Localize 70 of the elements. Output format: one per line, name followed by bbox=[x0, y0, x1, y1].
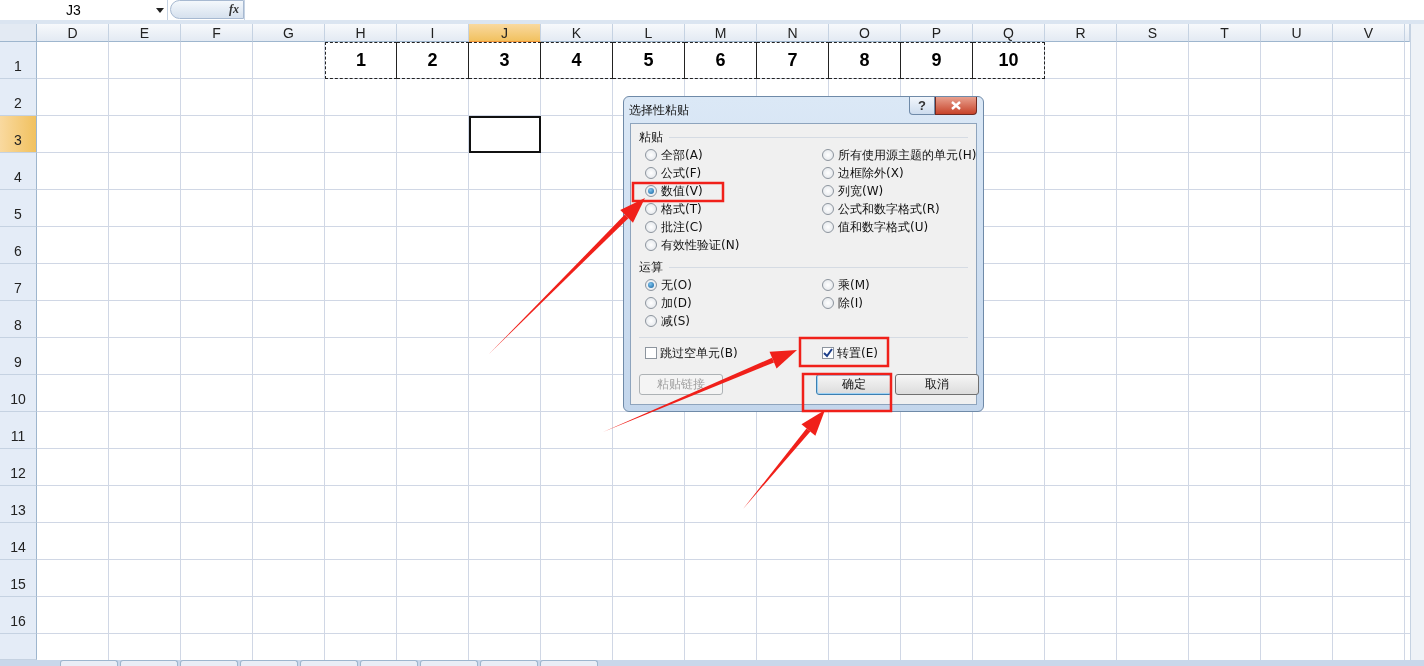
column-header[interactable]: G bbox=[253, 24, 325, 42]
checkbox-option[interactable]: 跳过空单元(B) bbox=[645, 344, 738, 362]
radio-option[interactable]: 公式和数字格式(R) bbox=[822, 200, 940, 218]
table-cell: 4 bbox=[541, 42, 613, 79]
table-cell: 8 bbox=[829, 42, 901, 79]
row-header[interactable]: 14 bbox=[0, 523, 37, 560]
column-header[interactable]: N bbox=[757, 24, 829, 42]
table-cell: 10 bbox=[973, 42, 1045, 79]
radio-option[interactable]: 乘(M) bbox=[822, 276, 870, 294]
radio-option[interactable]: 所有使用源主题的单元(H) bbox=[822, 146, 977, 164]
radio-option[interactable]: 有效性验证(N) bbox=[645, 236, 740, 254]
column-header[interactable]: M bbox=[685, 24, 757, 42]
name-box[interactable]: J3 bbox=[66, 2, 81, 18]
row-header[interactable]: 16 bbox=[0, 597, 37, 634]
column-header[interactable]: F bbox=[181, 24, 253, 42]
column-header[interactable]: L bbox=[613, 24, 685, 42]
row-header[interactable]: 8 bbox=[0, 301, 37, 338]
row-header[interactable]: 2 bbox=[0, 79, 37, 116]
dialog-button[interactable]: 取消 bbox=[895, 374, 979, 395]
column-header[interactable]: K bbox=[541, 24, 613, 42]
row-header[interactable]: 13 bbox=[0, 486, 37, 523]
checkbox-option[interactable]: 转置(E) bbox=[822, 344, 878, 362]
radio-option[interactable]: 值和数字格式(U) bbox=[822, 218, 929, 236]
table-cell: 9 bbox=[901, 42, 973, 79]
table-cell: 7 bbox=[757, 42, 829, 79]
radio-option[interactable]: 批注(C) bbox=[645, 218, 703, 236]
column-header[interactable]: D bbox=[37, 24, 109, 42]
column-header[interactable]: J bbox=[469, 24, 541, 42]
row-header[interactable]: 3 bbox=[0, 116, 37, 153]
row-header[interactable]: 11 bbox=[0, 412, 37, 449]
radio-option[interactable]: 数值(V) bbox=[645, 182, 703, 200]
table-cell: 2 bbox=[397, 42, 469, 79]
row-header[interactable]: 9 bbox=[0, 338, 37, 375]
radio-option[interactable]: 公式(F) bbox=[645, 164, 702, 182]
table-cell: 6 bbox=[685, 42, 757, 79]
radio-option[interactable]: 列宽(W) bbox=[822, 182, 884, 200]
row-header[interactable]: 1 bbox=[0, 42, 37, 79]
column-header[interactable]: U bbox=[1261, 24, 1333, 42]
row-header[interactable]: 5 bbox=[0, 190, 37, 227]
column-header[interactable]: S bbox=[1117, 24, 1189, 42]
radio-option[interactable]: 无(O) bbox=[645, 276, 692, 294]
column-header[interactable]: I bbox=[397, 24, 469, 42]
row-header[interactable]: 6 bbox=[0, 227, 37, 264]
column-header[interactable]: P bbox=[901, 24, 973, 42]
group-label: 运算 bbox=[639, 258, 663, 276]
radio-option[interactable]: 全部(A) bbox=[645, 146, 703, 164]
radio-option[interactable]: 除(I) bbox=[822, 294, 863, 312]
group-label: 粘贴 bbox=[639, 128, 663, 146]
column-header[interactable]: V bbox=[1333, 24, 1405, 42]
column-header[interactable]: H bbox=[325, 24, 397, 42]
radio-option[interactable]: 减(S) bbox=[645, 312, 690, 330]
help-button[interactable]: ? bbox=[909, 97, 935, 115]
row-header[interactable]: 4 bbox=[0, 153, 37, 190]
column-header[interactable]: T bbox=[1189, 24, 1261, 42]
column-header[interactable]: E bbox=[109, 24, 181, 42]
row-header[interactable]: 15 bbox=[0, 560, 37, 597]
column-header[interactable]: Q bbox=[973, 24, 1045, 42]
row-header[interactable]: 10 bbox=[0, 375, 37, 412]
row-header[interactable]: 7 bbox=[0, 264, 37, 301]
column-header[interactable]: R bbox=[1045, 24, 1117, 42]
insert-function-button[interactable]: fx bbox=[170, 0, 244, 19]
column-header[interactable]: O bbox=[829, 24, 901, 42]
radio-option[interactable]: 加(D) bbox=[645, 294, 692, 312]
table-cell: 3 bbox=[469, 42, 541, 79]
row-header[interactable]: 12 bbox=[0, 449, 37, 486]
radio-option[interactable]: 格式(T) bbox=[645, 200, 702, 218]
table-cell: 5 bbox=[613, 42, 685, 79]
dialog-title: 选择性粘贴 bbox=[629, 101, 689, 119]
radio-option[interactable]: 边框除外(X) bbox=[822, 164, 904, 182]
table-cell: 1 bbox=[325, 42, 397, 79]
